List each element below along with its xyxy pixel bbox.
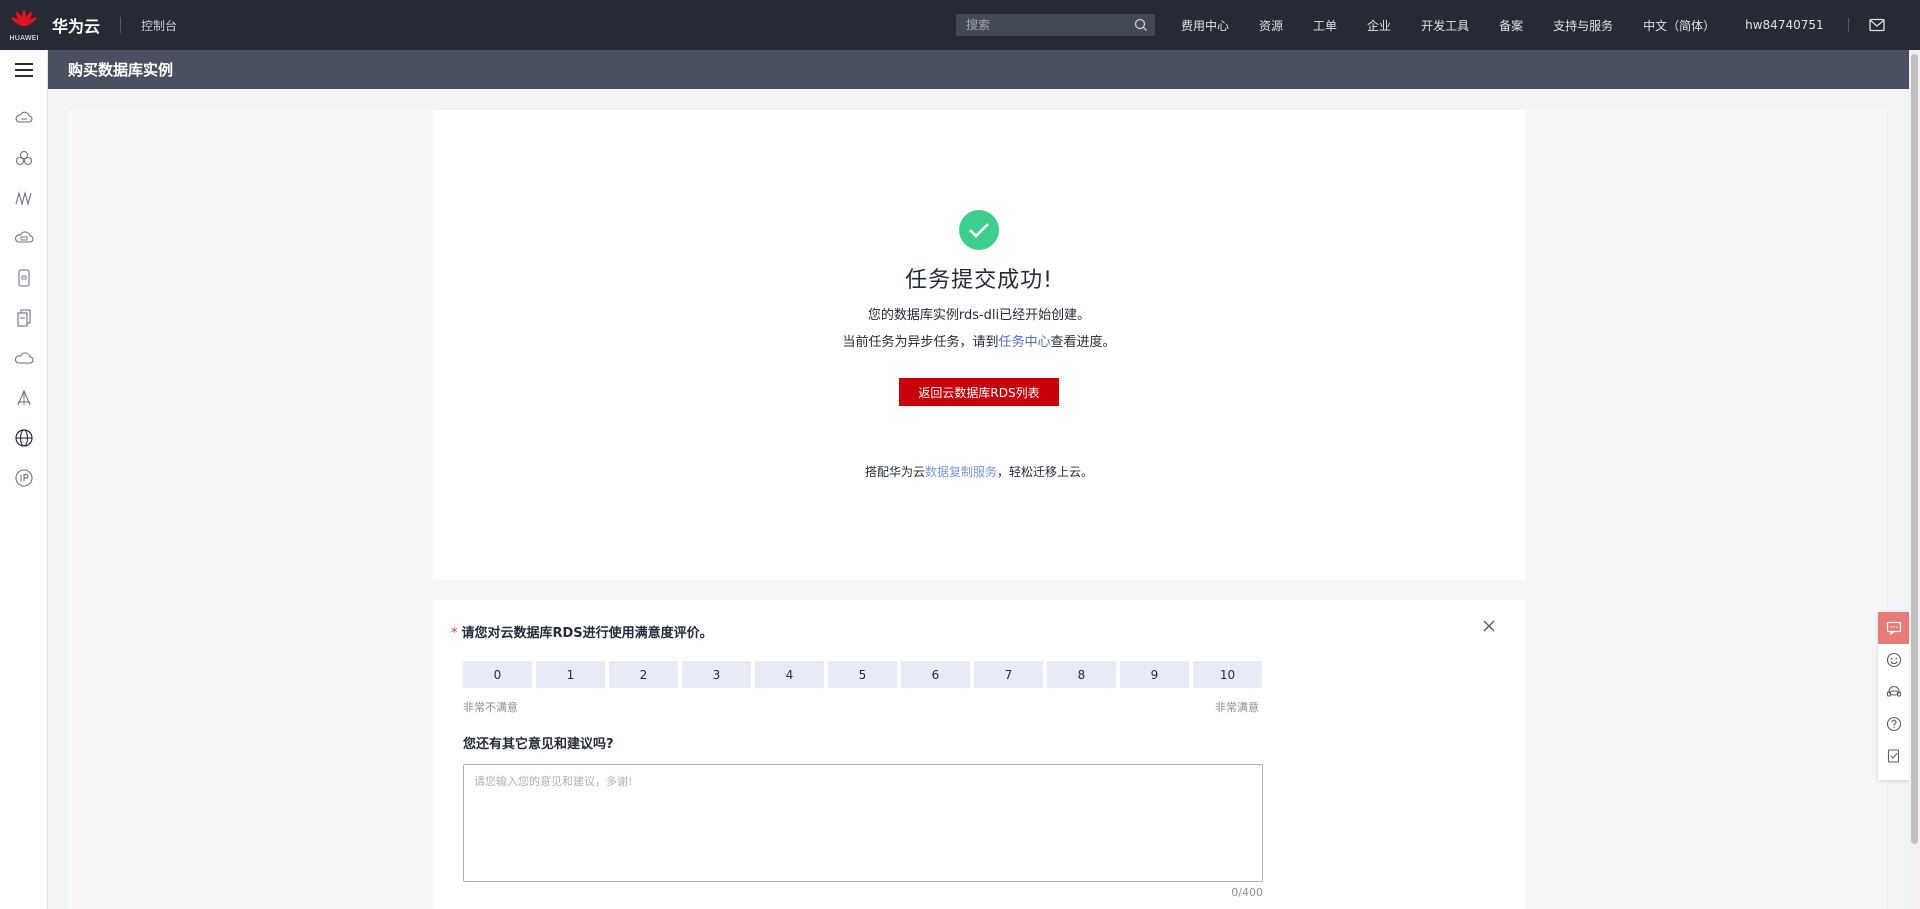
customer-service-button[interactable]: [1878, 676, 1910, 708]
smile-icon: [1886, 652, 1902, 668]
chart-icon: [15, 190, 32, 207]
score-option[interactable]: 3: [682, 661, 751, 688]
headset-icon: [1886, 686, 1902, 697]
search-input[interactable]: [966, 18, 1131, 32]
cluster-icon: [15, 150, 33, 166]
promo-suffix: ，轻松迁移上云。: [997, 465, 1094, 479]
score-option[interactable]: 8: [1047, 661, 1116, 688]
top-nav: 费用中心 资源 工单 企业 开发工具 备案 支持与服务 中文（简体） hw847…: [1181, 0, 1885, 50]
nav-username[interactable]: hw84740751: [1745, 18, 1824, 32]
document-icon: [17, 309, 31, 327]
huawei-logo-icon: [11, 9, 37, 26]
sidebar-item-cluster[interactable]: [0, 138, 48, 178]
brand-name[interactable]: 华为云: [52, 13, 100, 37]
sidebar-item-document[interactable]: [0, 298, 48, 338]
required-mark: *: [451, 626, 458, 641]
page-header: 购买数据库实例: [48, 50, 1909, 89]
cloud-icon: [14, 352, 34, 364]
logo-text: HUAWEI: [9, 33, 39, 42]
instance-created-text: 您的数据库实例rds-dli已经开始创建。: [867, 308, 1091, 323]
success-panel: 任务提交成功! 您的数据库实例rds-dli已经开始创建。 当前任务为异步任务，…: [433, 110, 1525, 580]
feedback-icon: [1886, 621, 1902, 636]
console-link[interactable]: 控制台: [141, 17, 177, 34]
sidebar-item-cloud-container[interactable]: [0, 218, 48, 258]
divider: [1847, 18, 1849, 32]
smart-assistant-button[interactable]: [1878, 644, 1910, 676]
feedback-textarea[interactable]: [463, 764, 1263, 882]
cloud-server-icon: [15, 111, 33, 123]
scrollbar-thumb[interactable]: [1911, 54, 1918, 844]
close-icon[interactable]: [1481, 618, 1497, 634]
checklist-icon: [1887, 749, 1900, 763]
nav-enterprise[interactable]: 企业: [1367, 17, 1391, 34]
score-option[interactable]: 9: [1120, 661, 1189, 688]
scale-high-label: 非常满意: [1215, 701, 1259, 714]
vertical-scrollbar[interactable]: [1909, 50, 1920, 909]
help-button[interactable]: [1878, 708, 1910, 740]
page-title: 购买数据库实例: [68, 61, 174, 79]
survey-question: * 请您对云数据库RDS进行使用满意度评价。: [451, 622, 713, 641]
search-icon[interactable]: [1134, 18, 1148, 32]
async-task-suffix: 查看进度。: [1050, 335, 1116, 350]
async-task-text: 当前任务为异步任务，请到任务中心查看进度。: [433, 331, 1525, 350]
nav-billing[interactable]: 费用中心: [1181, 17, 1229, 34]
hamburger-icon: [15, 63, 33, 77]
mail-icon[interactable]: [1868, 18, 1885, 32]
char-counter: 0/400: [1231, 886, 1263, 899]
task-center-link[interactable]: 任务中心: [998, 335, 1050, 350]
score-options: 0 1 2 3 4 5 6 7 8 9 10: [463, 661, 1266, 688]
menu-button[interactable]: [0, 50, 48, 90]
sidebar-item-ip[interactable]: [0, 458, 48, 498]
nav-dev-tools[interactable]: 开发工具: [1421, 17, 1469, 34]
nav-support[interactable]: 支持与服务: [1553, 17, 1613, 34]
score-option[interactable]: 10: [1193, 661, 1262, 688]
huawei-logo[interactable]: HUAWEI: [0, 0, 48, 50]
score-option[interactable]: 0: [463, 661, 532, 688]
help-icon: [1886, 716, 1902, 732]
sidebar-item-tower[interactable]: [0, 378, 48, 418]
sidebar-item-globe[interactable]: [0, 418, 48, 458]
sidebar-item-cloud[interactable]: [0, 338, 48, 378]
promo-prefix: 搭配华为云: [864, 465, 925, 479]
sidebar-item-database[interactable]: [0, 258, 48, 298]
success-title: 任务提交成功!: [905, 268, 1053, 293]
nav-language[interactable]: 中文（简体）: [1643, 17, 1715, 34]
tower-icon: [17, 389, 31, 406]
floating-toolbar: [1878, 612, 1910, 780]
nav-resources[interactable]: 资源: [1259, 17, 1283, 34]
score-option[interactable]: 6: [901, 661, 970, 688]
score-option[interactable]: 1: [536, 661, 605, 688]
top-bar: HUAWEI 华为云 控制台 费用中心 资源 工单 企业 开发工具 备案 支持与…: [0, 0, 1920, 50]
divider: [120, 17, 122, 33]
async-task-prefix: 当前任务为异步任务，请到: [842, 335, 999, 350]
scale-low-label: 非常不满意: [463, 701, 518, 714]
feedback-button[interactable]: [1878, 612, 1910, 644]
cloud-container-icon: [14, 231, 34, 243]
promo-text: 搭配华为云数据复制服务，轻松迁移上云。: [433, 463, 1525, 480]
suggestion-question: 您还有其它意见和建议吗?: [463, 737, 614, 752]
search-box[interactable]: [956, 14, 1155, 36]
drs-service-link[interactable]: 数据复制服务: [925, 465, 997, 479]
nav-tickets[interactable]: 工单: [1313, 17, 1337, 34]
left-sidebar: [0, 50, 48, 909]
success-check-icon: [959, 210, 999, 250]
sidebar-item-cloud-server[interactable]: [0, 98, 48, 138]
sidebar-item-chart[interactable]: [0, 178, 48, 218]
globe-icon: [15, 429, 33, 447]
return-rds-list-button[interactable]: 返回云数据库RDS列表: [899, 378, 1059, 406]
nav-icp[interactable]: 备案: [1499, 17, 1523, 34]
score-option[interactable]: 4: [755, 661, 824, 688]
satisfaction-survey: * 请您对云数据库RDS进行使用满意度评价。 0 1 2 3 4 5 6 7 8 …: [433, 600, 1525, 909]
score-option[interactable]: 7: [974, 661, 1043, 688]
score-option[interactable]: 2: [609, 661, 678, 688]
database-icon: [18, 269, 30, 287]
survey-question-text: 请您对云数据库RDS进行使用满意度评价。: [461, 626, 713, 641]
score-option[interactable]: 5: [828, 661, 897, 688]
ip-icon: [15, 469, 33, 487]
checklist-button[interactable]: [1878, 740, 1910, 772]
